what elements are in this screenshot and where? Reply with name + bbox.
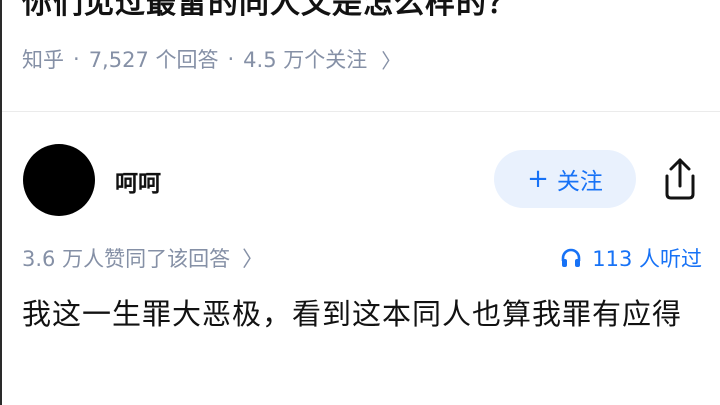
question-meta[interactable]: 知乎 · 7,527 个回答 · 4.5 万个关注 〉 [22, 44, 401, 74]
question-title[interactable]: 你们见过最雷的同人文是怎么样的？ [22, 0, 518, 22]
listen-info[interactable]: 113 人听过 [560, 243, 702, 273]
plus-icon: + [527, 164, 549, 194]
share-button[interactable] [659, 156, 701, 202]
divider [2, 111, 720, 112]
upvote-text: 3.6 万人赞同了该回答 [22, 247, 231, 271]
chevron-right-icon: 〉 [381, 48, 402, 73]
share-icon [665, 158, 695, 200]
source-label: 知乎 [22, 48, 64, 72]
listen-text: 113 人听过 [592, 247, 702, 271]
answer-page: 你们见过最雷的同人文是怎么样的？ 知乎 · 7,527 个回答 · 4.5 万个… [0, 0, 720, 405]
upvote-info[interactable]: 3.6 万人赞同了该回答 〉 [22, 243, 263, 273]
chevron-right-icon: 〉 [242, 247, 264, 271]
follow-button[interactable]: + 关注 [494, 150, 636, 208]
avatar[interactable] [23, 144, 95, 216]
follower-count: 4.5 万个关注 [243, 48, 368, 72]
answer-content[interactable]: 我这一生罪大恶极，看到这本同人也算我罪有应得 [22, 290, 702, 338]
separator-dot: · [73, 47, 80, 71]
separator-dot: · [227, 47, 235, 71]
headphones-icon [561, 248, 581, 267]
follow-label: 关注 [556, 169, 603, 195]
author-name[interactable]: 呵呵 [115, 164, 161, 198]
answer-count: 7,527 个回答 [88, 48, 219, 72]
